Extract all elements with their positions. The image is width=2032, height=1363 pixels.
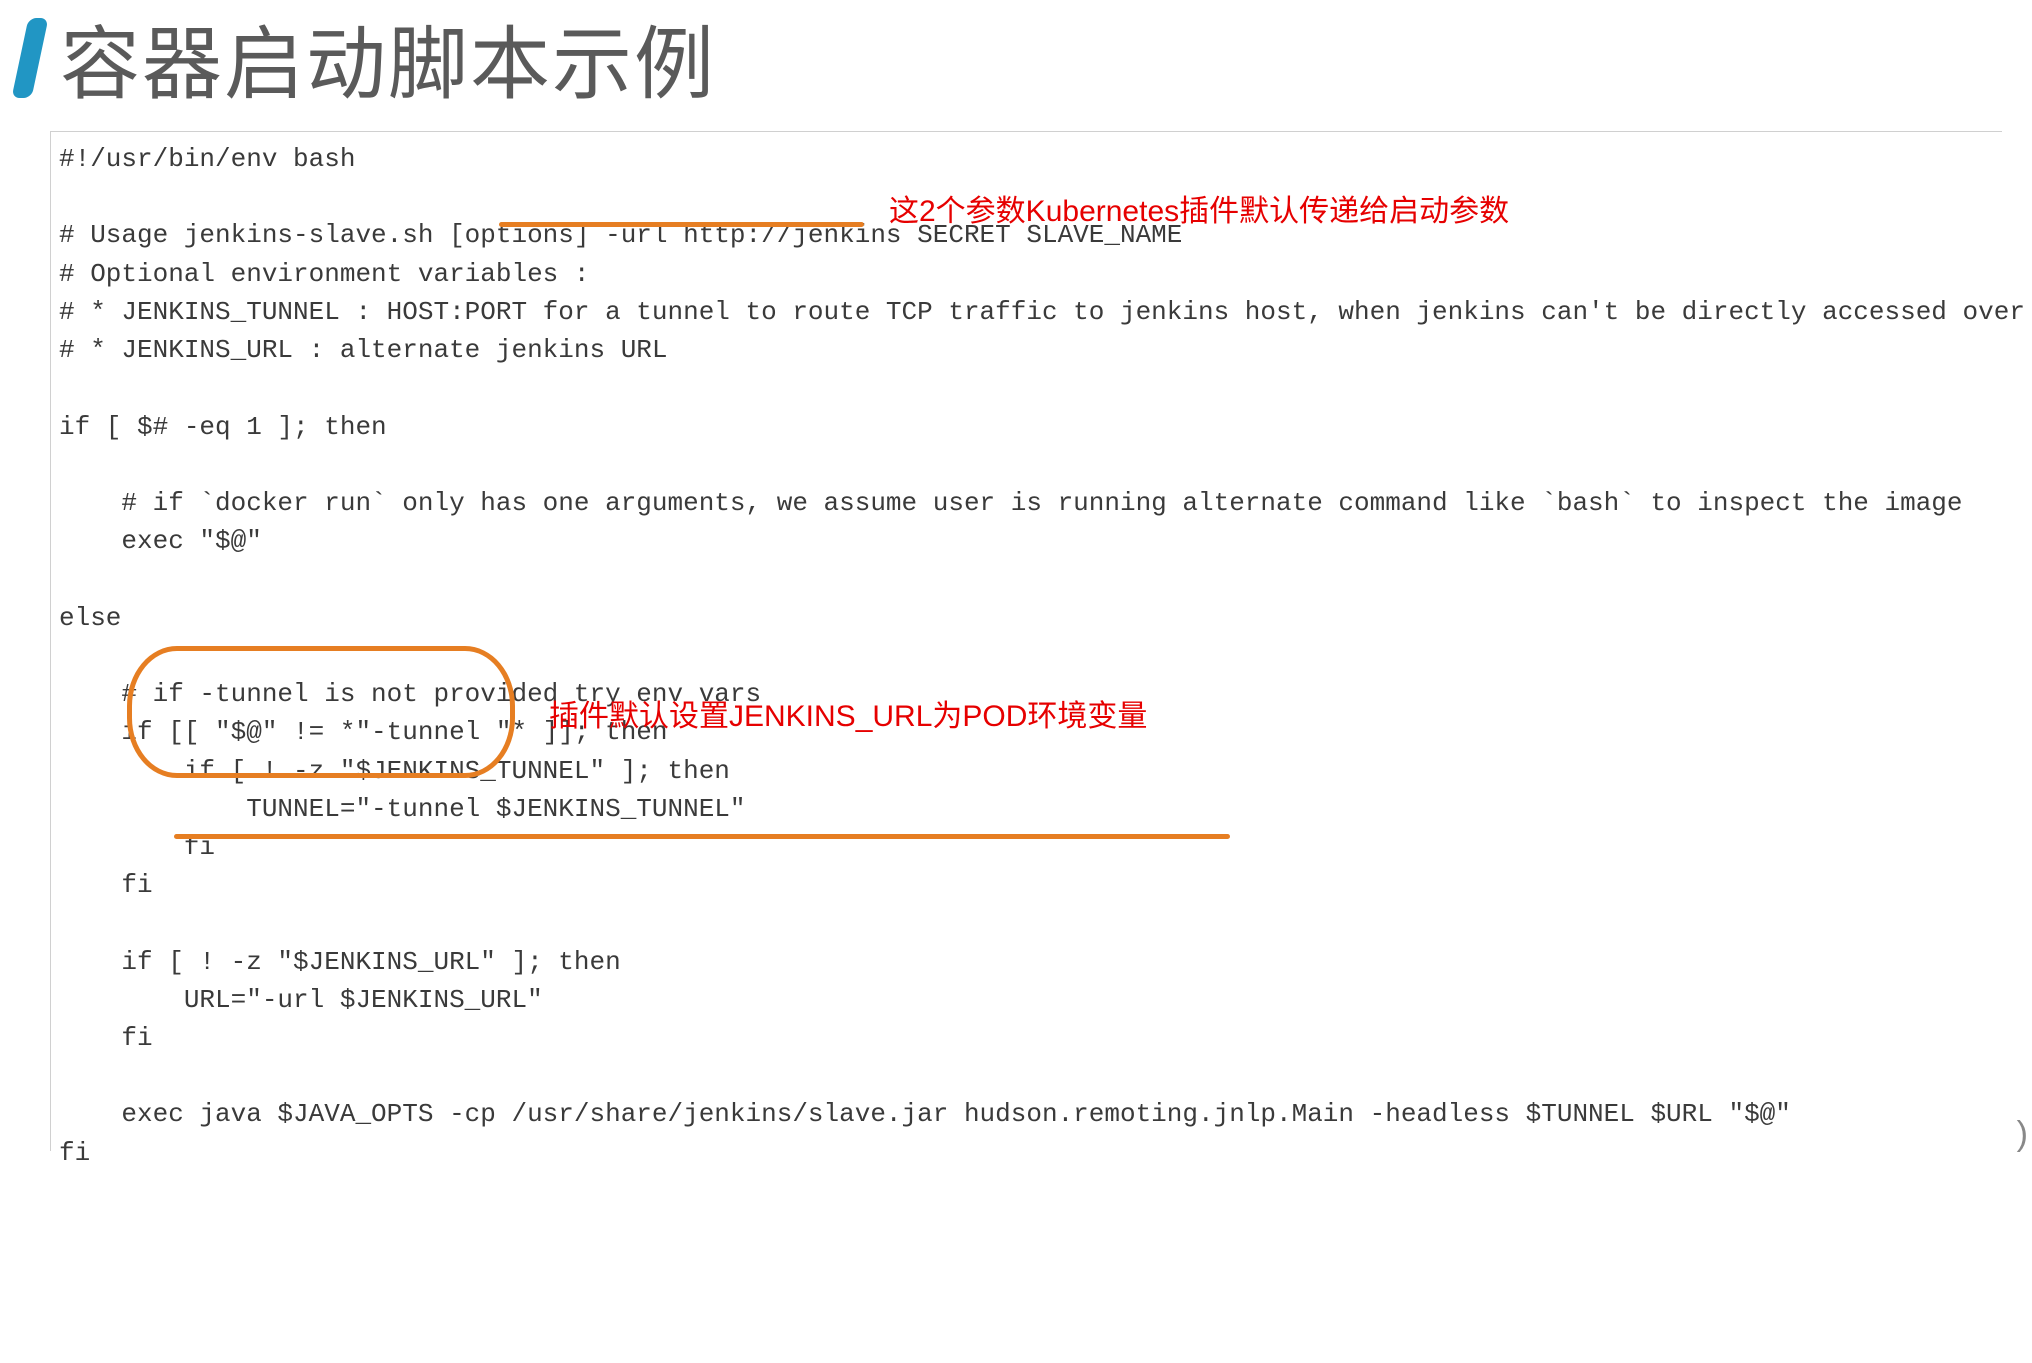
code-line: exec java $JAVA_OPTS -cp /usr/share/jenk… — [59, 1099, 1791, 1129]
code-line: if [ ! -z "$JENKINS_URL" ]; then — [59, 947, 621, 977]
page-title: 容器启动脚本示例 — [60, 0, 716, 116]
code-line: # if `docker run` only has one arguments… — [59, 488, 1963, 518]
title-bar: 容器启动脚本示例 — [0, 0, 2032, 131]
code-line: else — [59, 603, 121, 633]
code-line: # * JENKINS_TUNNEL : HOST:PORT for a tun… — [59, 297, 2032, 327]
annotation-text: 这2个参数Kubernetes插件默认传递给启动参数 — [889, 190, 1509, 234]
code-line: if [ $# -eq 1 ]; then — [59, 412, 387, 442]
code-line: fi — [59, 1023, 153, 1053]
highlight-underline-icon — [174, 834, 1230, 839]
code-line: fi — [59, 870, 153, 900]
code-line: #!/usr/bin/env bash — [59, 144, 355, 174]
decorative-paren-icon: ) — [2017, 1115, 2028, 1154]
title-accent-icon — [11, 18, 48, 98]
code-line: URL="-url $JENKINS_URL" — [59, 985, 543, 1015]
code-block: #!/usr/bin/env bash # Usage jenkins-slav… — [59, 140, 2002, 1363]
code-line: exec "$@" — [59, 526, 262, 556]
code-line: # Optional environment variables : — [59, 259, 590, 289]
annotation-text: 插件默认设置JENKINS_URL为POD环境变量 — [549, 695, 1147, 739]
code-panel: #!/usr/bin/env bash # Usage jenkins-slav… — [50, 131, 2002, 1151]
highlight-underline-icon — [499, 222, 864, 227]
code-line: # * JENKINS_URL : alternate jenkins URL — [59, 335, 668, 365]
code-line: TUNNEL="-tunnel $JENKINS_TUNNEL" — [59, 794, 746, 824]
code-line: fi — [59, 1138, 90, 1168]
code-line: if [ ! -z "$JENKINS_TUNNEL" ]; then — [59, 756, 730, 786]
